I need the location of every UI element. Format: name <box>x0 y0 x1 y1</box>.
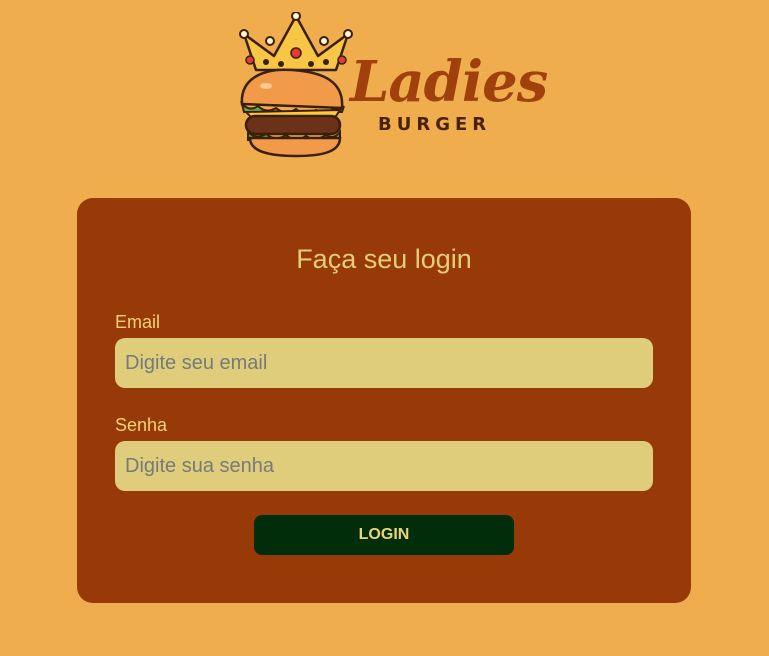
brand-logo: Ladies BURGER <box>236 12 548 158</box>
login-button[interactable]: LOGIN <box>254 515 514 555</box>
password-label: Senha <box>115 415 168 435</box>
email-input[interactable] <box>115 338 653 388</box>
login-title: Faça seu login <box>296 244 472 274</box>
login-card: Faça seu login Email Senha LOGIN <box>77 198 691 603</box>
brand-subtitle: BURGER <box>378 114 492 135</box>
crowned-burger-icon <box>239 12 353 158</box>
email-label: Email <box>115 312 161 332</box>
password-input[interactable] <box>115 441 653 491</box>
brand-name: Ladies <box>350 49 548 115</box>
